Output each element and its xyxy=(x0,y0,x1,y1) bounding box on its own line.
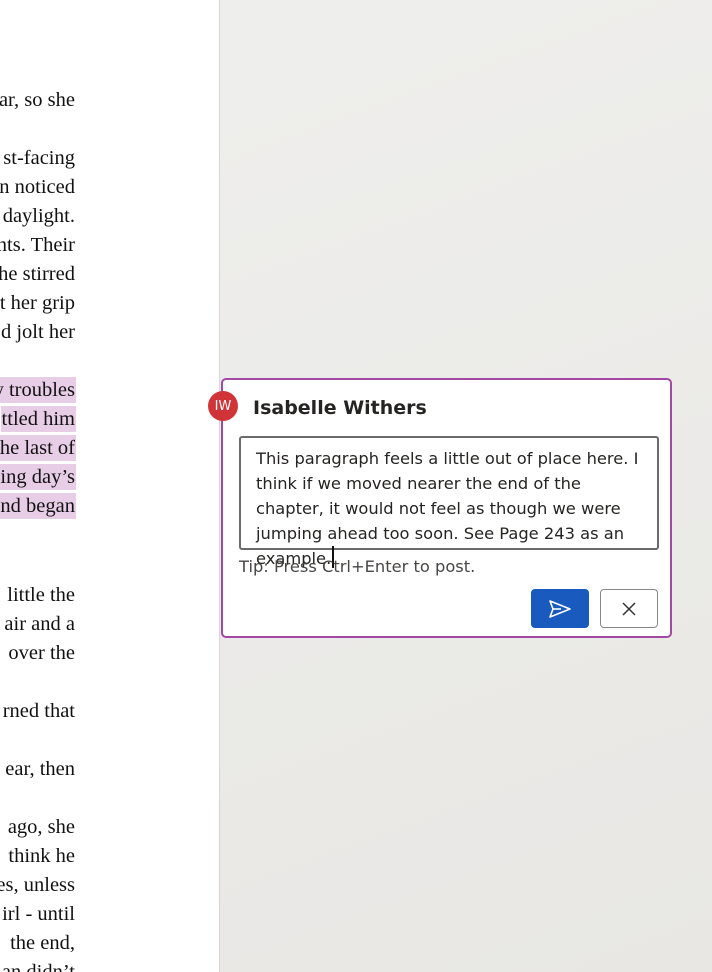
document-line: irl - until xyxy=(2,903,75,925)
send-button[interactable] xyxy=(531,589,589,628)
document-line: ar, so she xyxy=(0,89,75,111)
avatar: IW xyxy=(208,391,238,421)
document-line: ear, then xyxy=(5,758,75,780)
avatar-initials: IW xyxy=(214,398,232,414)
document-line: he stirred xyxy=(0,263,75,285)
highlighted-line[interactable]: he last of xyxy=(0,435,76,461)
document-line: little the xyxy=(7,584,75,606)
document-line: d jolt her xyxy=(0,321,75,343)
document-line: over the xyxy=(8,642,75,664)
document-line: ago, she xyxy=(7,816,75,838)
document-line: st-facing xyxy=(3,147,75,169)
highlighted-line[interactable]: ing day’s xyxy=(0,464,76,490)
document-line: n noticed xyxy=(0,176,75,198)
comment-input-text[interactable]: This paragraph feels a little out of pla… xyxy=(256,446,651,571)
post-tip: Tip: Press Ctrl+Enter to post. xyxy=(239,557,476,576)
document-line: think he xyxy=(8,845,75,867)
document-line: air and a xyxy=(4,613,75,635)
comment-input[interactable]: This paragraph feels a little out of pla… xyxy=(239,436,659,568)
document-line: t her grip xyxy=(0,292,75,314)
cancel-button[interactable] xyxy=(600,589,658,628)
highlighted-line[interactable]: ttled him xyxy=(0,406,76,432)
document-line: an didn’t xyxy=(1,961,75,972)
close-icon xyxy=(621,601,637,617)
document-line: the end, xyxy=(10,932,75,954)
highlighted-line[interactable]: nd began xyxy=(0,493,76,519)
highlighted-line[interactable]: y troubles xyxy=(0,377,76,403)
document-line: es, unless xyxy=(0,874,75,896)
comment-author: Isabelle Withers xyxy=(253,397,427,419)
document-line: nts. Their xyxy=(0,234,75,256)
document-line: daylight. xyxy=(2,205,75,227)
comment-draft-text[interactable]: This paragraph feels a little out of pla… xyxy=(256,449,638,568)
document-line: rned that xyxy=(2,700,75,722)
send-icon xyxy=(548,599,572,619)
document-page: ar, so she st-facing n noticed daylight.… xyxy=(0,0,220,972)
